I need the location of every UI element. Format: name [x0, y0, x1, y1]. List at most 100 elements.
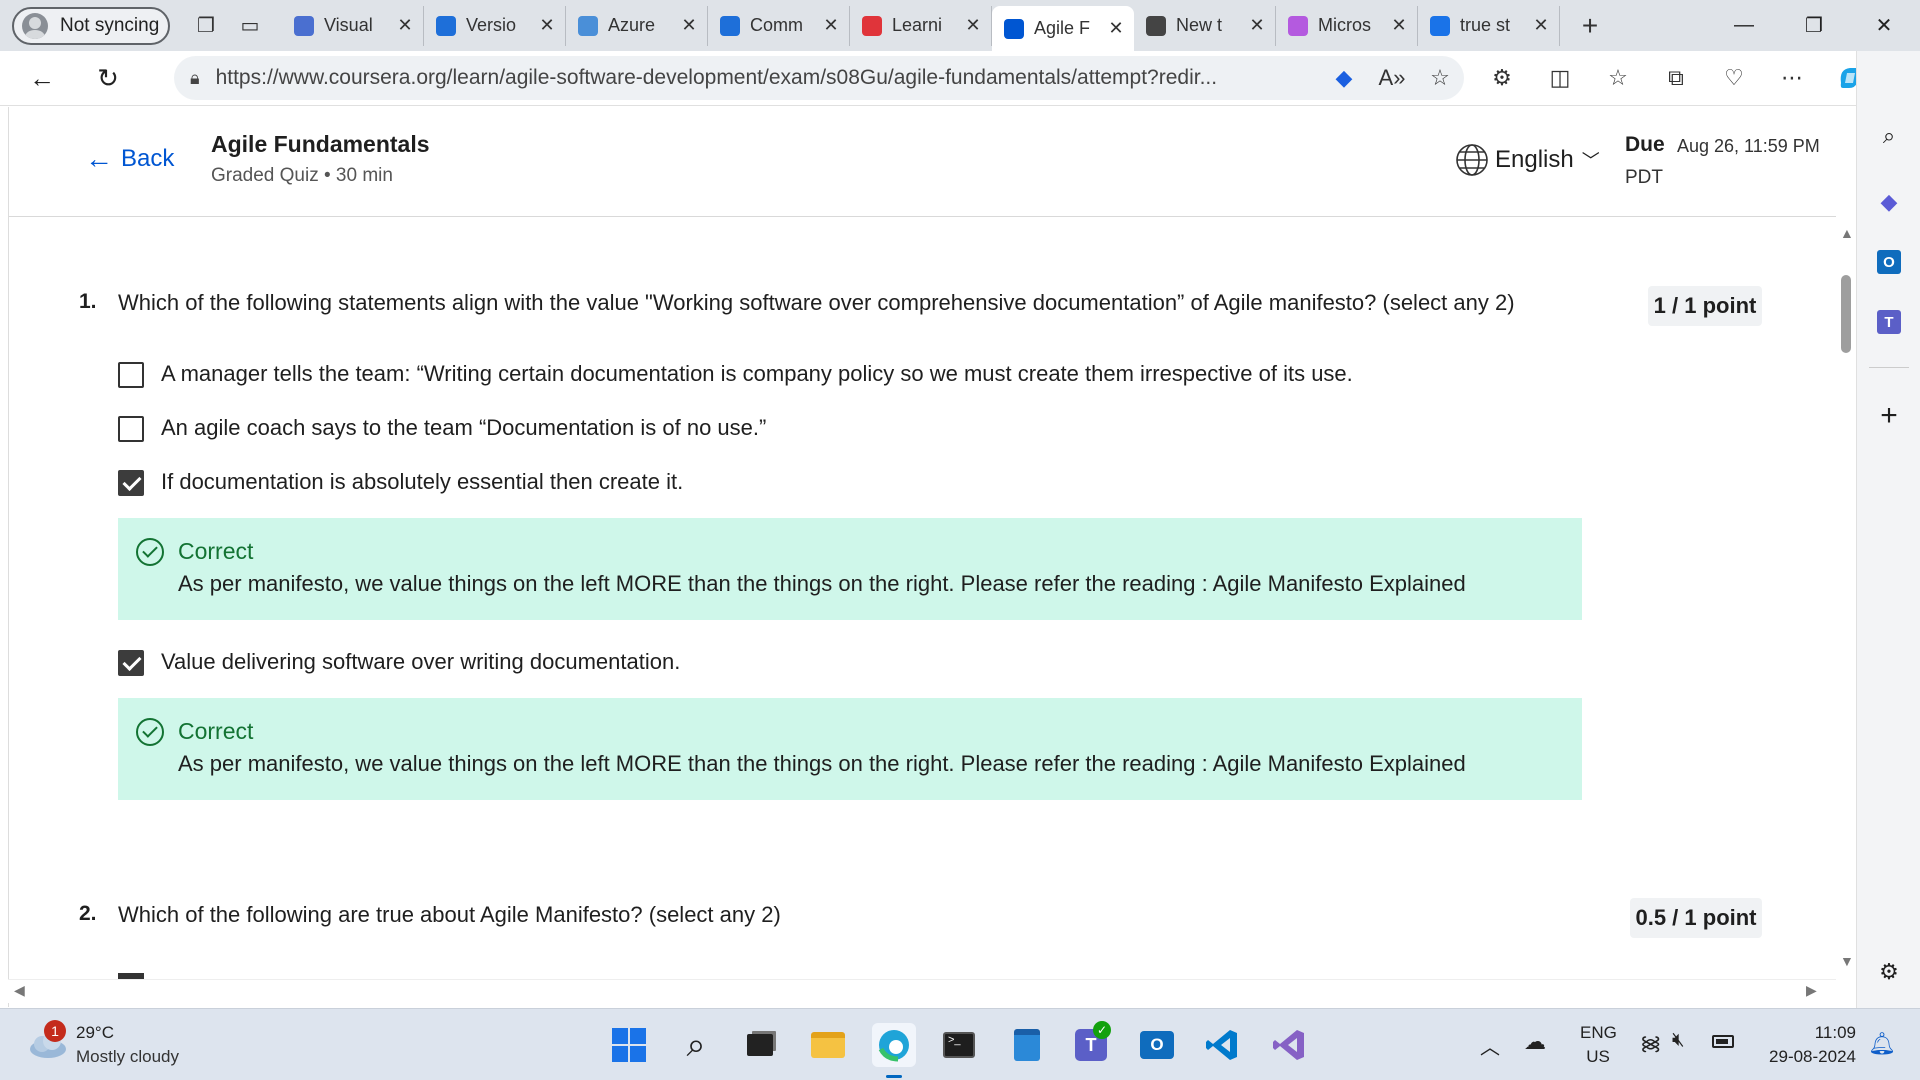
tab-favicon-icon	[862, 15, 882, 36]
scroll-left-icon[interactable]: ◀	[14, 982, 25, 999]
tab-close-icon[interactable]: ✕	[1106, 18, 1126, 39]
scroll-right-icon[interactable]: ▶	[1806, 982, 1817, 999]
address-bar[interactable]: 🔒︎ https://www.coursera.org/learn/agile-…	[174, 56, 1464, 100]
option-checkbox[interactable]	[118, 362, 144, 388]
url-text: https://www.coursera.org/learn/agile-sof…	[215, 66, 1218, 89]
search-icon[interactable]: ⌕	[1871, 118, 1907, 154]
clock[interactable]: 11:09 29-08-2024	[1756, 1023, 1856, 1067]
search-taskbar-icon[interactable]: ⌕	[674, 1023, 718, 1067]
coupon-tag-icon[interactable]: ◆	[1320, 58, 1368, 98]
edge-browser-icon[interactable]	[872, 1023, 916, 1067]
split-screen-icon[interactable]: ◫	[1536, 58, 1584, 98]
avatar	[22, 12, 48, 39]
browser-tab[interactable]: true st ✕	[1418, 5, 1560, 46]
language-indicator[interactable]: ENG US	[1580, 1023, 1617, 1067]
collections-icon[interactable]: ⧉	[1652, 58, 1700, 98]
lang-top: ENG	[1580, 1023, 1617, 1042]
option-label[interactable]: An agile coach says to the team “Documen…	[161, 415, 766, 441]
tab-close-icon[interactable]: ✕	[395, 15, 415, 36]
quiz-title: Agile Fundamentals	[211, 131, 430, 157]
scroll-up-icon[interactable]: ▲	[1840, 225, 1854, 241]
tab-label: Micros	[1318, 15, 1371, 35]
feedback-correct: Correct As per manifesto, we value thing…	[118, 698, 1582, 800]
notification-bell-icon[interactable]: 🔔︎	[1868, 1031, 1896, 1057]
terminal-icon[interactable]: >_	[937, 1023, 981, 1067]
option-label[interactable]: A manager tells the team: “Writing certa…	[161, 361, 1353, 387]
option-checkbox-checked[interactable]	[118, 470, 144, 496]
windows-taskbar: 1 29°C Mostly cloudy ⌕ >_ T ✓ O ︿ ☁ ENG …	[0, 1008, 1920, 1080]
file-explorer-icon[interactable]	[806, 1023, 850, 1067]
visual-studio-icon[interactable]	[1267, 1023, 1311, 1067]
close-window-button[interactable]: ✕	[1854, 6, 1914, 46]
favorites-icon[interactable]: ☆	[1594, 58, 1642, 98]
copilot-sidebar-icon[interactable]: ◆	[1871, 184, 1907, 220]
option-checkbox[interactable]	[118, 416, 144, 442]
outlook-icon[interactable]: O	[1871, 244, 1907, 280]
option-label[interactable]: If documentation is absolutely essential…	[161, 469, 683, 495]
back-arrow-icon[interactable]: ←	[14, 56, 70, 100]
tab-favicon-icon	[1004, 18, 1024, 39]
lang-bottom: US	[1586, 1047, 1610, 1066]
weather-alert-badge: 1	[44, 1020, 66, 1042]
teams-icon[interactable]: T	[1871, 304, 1907, 340]
tab-actions-icon[interactable]: ▭	[228, 6, 272, 46]
tab-close-icon[interactable]: ✕	[1247, 15, 1267, 36]
minimize-button[interactable]: —	[1714, 6, 1774, 46]
battery-icon[interactable]	[1712, 1035, 1734, 1048]
vscode-icon[interactable]	[1200, 1023, 1244, 1067]
volume-muted-icon[interactable]: 🔇︎	[1672, 1029, 1685, 1052]
more-menu-icon[interactable]: ⋯	[1768, 58, 1816, 98]
globe-icon	[1456, 144, 1488, 176]
tab-close-icon[interactable]: ✕	[963, 15, 983, 36]
workspaces-icon[interactable]: ❐	[184, 6, 228, 46]
option-checkbox-checked[interactable]	[118, 650, 144, 676]
restore-button[interactable]: ❐	[1784, 6, 1844, 46]
tab-label: Comm	[750, 15, 803, 35]
feedback-title: Correct	[178, 538, 254, 564]
browser-tab[interactable]: New t ✕	[1134, 5, 1276, 46]
favorite-star-icon[interactable]: ☆	[1416, 58, 1464, 98]
browser-tab[interactable]: Learni ✕	[850, 5, 992, 46]
teams-taskbar-icon[interactable]: T ✓	[1069, 1021, 1113, 1067]
due-timezone: PDT	[1625, 167, 1663, 188]
task-view-icon[interactable]	[738, 1023, 782, 1067]
add-sidebar-app-icon[interactable]: +	[1871, 398, 1907, 434]
browser-tab-strip: Not syncing ❐ ▭ Visual ✕ Versio ✕ Azure ✕ Comm…	[0, 0, 1920, 51]
tab-close-icon[interactable]: ✕	[1531, 15, 1551, 36]
tab-list: Visual ✕ Versio ✕ Azure ✕ Comm ✕ Learni ✕ Agile F ✕…	[282, 0, 1560, 51]
refresh-icon[interactable]: ↻	[80, 56, 136, 100]
tab-close-icon[interactable]: ✕	[821, 15, 841, 36]
browser-tab[interactable]: Versio ✕	[424, 5, 566, 46]
new-tab-button[interactable]: +	[1568, 6, 1612, 46]
tab-favicon-icon	[578, 15, 598, 36]
start-windows-icon[interactable]	[607, 1023, 651, 1067]
browser-tab[interactable]: Visual ✕	[282, 5, 424, 46]
horizontal-scrollbar[interactable]: ◀ ▶	[8, 979, 1836, 1003]
browser-tab[interactable]: Agile F ✕	[992, 6, 1134, 51]
back-link[interactable]: ← Back	[85, 143, 174, 175]
option-label[interactable]: Value delivering software over writing d…	[161, 649, 680, 675]
settings-gear-icon[interactable]: ⚙	[1871, 954, 1907, 990]
browser-tab[interactable]: Micros ✕	[1276, 5, 1418, 46]
language-selector[interactable]: English ﹀	[1455, 143, 1600, 177]
browser-tab[interactable]: Azure ✕	[566, 5, 708, 46]
profile-button[interactable]: Not syncing	[12, 6, 170, 45]
browser-essentials-icon[interactable]: ♡	[1710, 58, 1758, 98]
scrollbar-thumb[interactable]	[1841, 275, 1851, 353]
scroll-down-icon[interactable]: ▼	[1840, 953, 1854, 969]
tab-close-icon[interactable]: ✕	[537, 15, 557, 36]
outlook-taskbar-icon[interactable]: O	[1135, 1023, 1179, 1067]
vertical-scrollbar[interactable]: ▲ ▼	[1836, 217, 1856, 997]
extensions-icon[interactable]: ⚙	[1478, 58, 1526, 98]
browser-tab[interactable]: Comm ✕	[708, 5, 850, 46]
onedrive-cloud-icon[interactable]: ☁	[1524, 1029, 1546, 1055]
tab-close-icon[interactable]: ✕	[679, 15, 699, 36]
chevron-up-icon[interactable]: ︿	[1480, 1031, 1500, 1060]
wifi-icon[interactable]: ᯼	[1640, 1029, 1661, 1056]
read-aloud-icon[interactable]: A»	[1368, 58, 1416, 98]
notepad-icon[interactable]	[1005, 1023, 1049, 1067]
tab-close-icon[interactable]: ✕	[1389, 15, 1409, 36]
check-circle-icon	[136, 538, 164, 566]
tab-label: Visual	[324, 15, 373, 35]
weather-desc: Mostly cloudy	[76, 1047, 179, 1066]
